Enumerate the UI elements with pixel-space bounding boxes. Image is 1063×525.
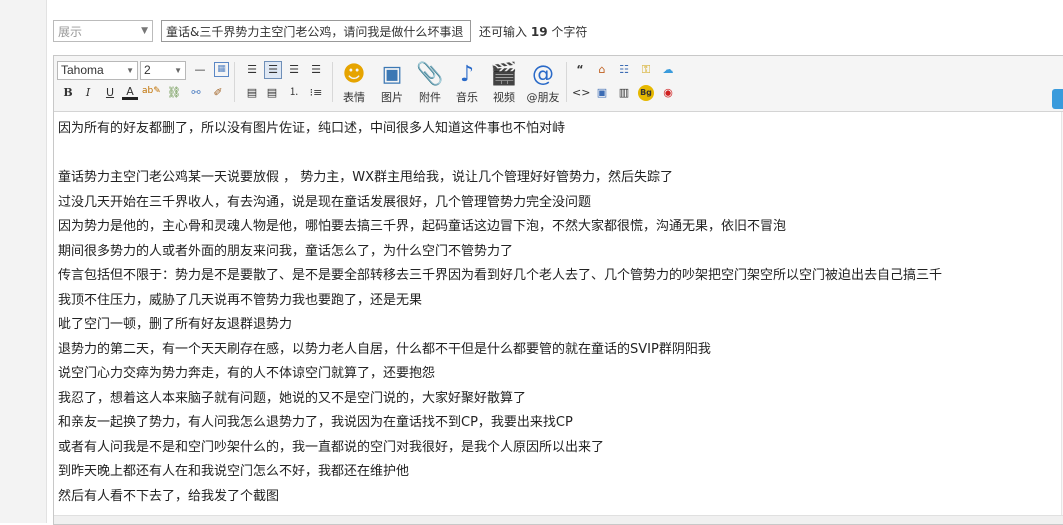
chevron-down-icon: ▼ [141,26,148,36]
char-hint-prefix: 还可输入 [479,24,528,39]
emoji-button[interactable]: ☻ 表情 [338,62,370,105]
link-icon[interactable]: ⛓ [166,85,182,101]
font-family-value: Tahoma [61,63,104,77]
align-center-icon[interactable]: ☰ [264,61,282,79]
music-note-icon: ♪ [459,62,475,87]
content-line: 说空门心力交瘁为势力奔走，有的人不体谅空门就算了，还要抱怨 [58,366,436,381]
video-button[interactable]: 🎬 视频 [488,62,520,105]
char-hint-suffix: 个字符 [551,24,588,39]
title-input[interactable]: 童话&三千界势力主空门老公鸡，请问我是做什么坏事退 [161,20,471,42]
image-icon: ▣ [381,62,403,87]
music-button[interactable]: ♪ 音乐 [451,62,483,105]
qq-icon[interactable]: ☁ [660,62,676,78]
content-line: 传言包括但不限于：势力是不是要散了、是不是要全部转移去三千界因为看到好几个老人去… [58,268,943,283]
chevron-down-icon: ▼ [174,66,182,75]
video-icon: 🎬 [490,62,518,87]
chevron-down-icon: ▼ [126,66,134,75]
image-button[interactable]: ▣ 图片 [376,62,408,105]
highlight-icon[interactable]: ab✎ [142,83,161,99]
content-line: 然后有人看不下去了，给我发了个截图 [58,489,280,504]
content-line: 到昨天晚上都还有人在和我说空门怎么不好，我都还在维护他 [58,464,410,479]
content-line: 因为所有的好友都删了，所以没有图片佐证，纯口述，中间很多人知道这件事也不怕对峙 [58,121,566,136]
background-color-icon[interactable]: Bg [638,85,654,101]
upload-icon[interactable]: ⇪ [1052,89,1063,109]
content-line: 我顶不住压力，威胁了几天说再不管势力我也要跑了，还是无果 [58,293,423,308]
char-hint-count: 19 [530,24,548,39]
mention-button[interactable]: @ @朋友 [525,62,561,105]
float-right-icon[interactable]: ▤ [264,85,280,101]
music-label: 音乐 [456,91,478,104]
code-icon[interactable]: <> [572,85,590,101]
editor-toolbar: Tahoma ▼ 2 ▼ — ▦ B I U A ab✎ ⛓ ⚯ ✐ ☰ ☰ ☰… [54,56,1063,112]
rich-text-editor: Tahoma ▼ 2 ▼ — ▦ B I U A ab✎ ⛓ ⚯ ✐ ☰ ☰ ☰… [53,55,1063,525]
underline-icon[interactable]: U [102,85,118,101]
align-left-icon[interactable]: ☰ [244,62,260,78]
video-label: 视频 [493,91,515,104]
align-right-icon[interactable]: ☰ [286,62,302,78]
content-line: 我忍了，想着这人本来脑子就有问题，她说的又不是空门说的，大家好聚好散算了 [58,391,527,406]
free-tag-icon[interactable]: ⌂ [594,62,610,78]
template-icon[interactable]: ▥ [616,85,632,101]
left-sidebar-strip [0,0,47,523]
content-line: 呲了空门一顿，删了所有好友退群退势力 [58,317,293,332]
category-select[interactable]: 展示 ▼ [53,20,153,42]
font-family-select[interactable]: Tahoma ▼ [57,61,138,80]
content-line: 退势力的第二天，有一个天天刷存在感，以势力老人自居，什么都不干但是什么都要管的就… [58,342,711,357]
attachment-button[interactable]: 📎 附件 [414,62,446,105]
toolbar-divider [332,62,333,102]
content-line: 因为势力是他的，主心骨和灵魂人物是他，哪怕要去搞三千界，起码童话这边冒下泡，不然… [58,219,787,234]
float-left-icon[interactable]: ▤ [244,85,260,101]
flash-icon[interactable]: ▣ [594,85,610,101]
content-line: 过没几天开始在三千界收人，有去沟通，说是现在童话发展很好，几个管理管势力完全没问… [58,195,592,210]
content-line: 期间很多势力的人或者外面的朋友来问我，童话怎么了，为什么空门不管势力了 [58,244,514,259]
category-select-value: 展示 [58,24,83,39]
attachment-label: 附件 [419,91,441,104]
emoji-label: 表情 [343,91,365,104]
content-line: 或者有人问我是不是和空门吵架什么的，我一直都说的空门对我很好，是我个人原因所以出… [58,440,605,455]
table-icon[interactable]: ▦ [214,62,229,77]
horizontal-rule-icon[interactable]: — [192,62,208,78]
unlink-icon[interactable]: ⚯ [188,85,204,101]
bold-icon[interactable]: B [60,85,76,101]
toolbar-divider [566,62,567,102]
paperclip-icon: 📎 [416,62,444,87]
char-count-hint: 还可输入 19 个字符 [479,23,587,40]
font-color-icon[interactable]: A [122,85,138,100]
password-key-icon[interactable]: ⚿ [638,62,654,78]
quote-icon[interactable]: “ [572,62,588,78]
editor-content[interactable]: 因为所有的好友都删了，所以没有图片佐证，纯口述，中间很多人知道这件事也不怕对峙 … [54,112,1063,518]
mention-label: @朋友 [526,91,560,104]
clear-format-icon[interactable]: ✐ [210,85,226,101]
post-title-row: 展示 ▼ 童话&三千界势力主空门老公鸡，请问我是做什么坏事退 还可输入 19 个… [53,19,587,43]
italic-icon[interactable]: I [80,85,96,101]
content-line: 童话势力主空门老公鸡某一天说要放假 ， 势力主，WX群主甩给我，说让几个管理好好… [58,170,674,185]
ordered-list-icon[interactable]: ⒈ [286,85,302,101]
toolbar-divider [234,62,235,102]
font-size-value: 2 [144,63,151,77]
weibo-icon[interactable]: ◉ [660,85,676,101]
page-break-icon[interactable]: ☷ [616,62,632,78]
align-justify-icon[interactable]: ☰ [308,62,324,78]
unordered-list-icon[interactable]: ⁝≡ [308,85,324,101]
image-label: 图片 [381,91,403,104]
at-icon: @ [532,62,554,87]
font-size-select[interactable]: 2 ▼ [140,61,186,80]
content-line: 和亲友一起换了势力，有人问我怎么退势力了，我说因为在童话找不到CP，我要出来找C… [58,415,573,430]
smiley-icon: ☻ [342,62,366,87]
